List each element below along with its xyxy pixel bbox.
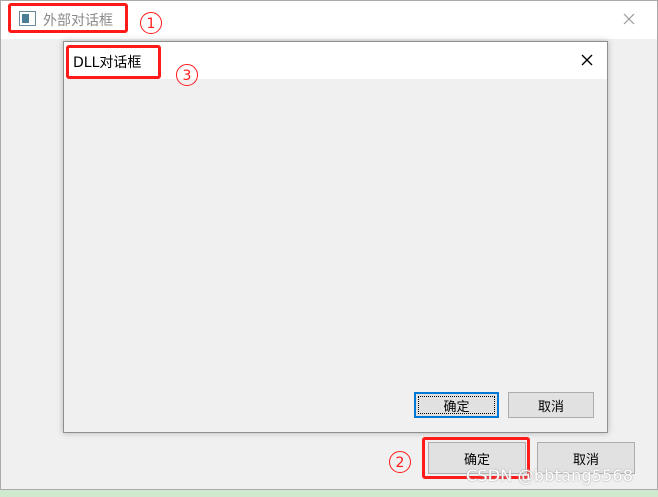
dll-cancel-label: 取消 (537, 399, 564, 415)
window-app-icon (19, 11, 36, 26)
annotation-marker-2: 2 (389, 451, 411, 473)
focus-rectangle (418, 396, 495, 414)
annotation-marker-3: 3 (176, 64, 198, 86)
close-icon (581, 54, 593, 66)
outer-titlebar[interactable]: 外部对话框 (1, 1, 657, 39)
outer-close-button[interactable] (615, 6, 643, 32)
annotation-marker-1: 1 (140, 12, 162, 34)
dll-dialog-title: DLL对话框 (73, 55, 142, 71)
outer-dialog-title: 外部对话框 (43, 13, 113, 29)
dll-close-button[interactable] (573, 48, 601, 74)
dll-dialog-titlebar[interactable]: DLL对话框 (64, 42, 607, 79)
outer-cancel-label: 取消 (572, 452, 599, 468)
dll-cancel-button[interactable]: 取消 (508, 392, 594, 418)
close-icon (623, 13, 635, 25)
outer-ok-label: 确定 (463, 452, 490, 468)
dll-ok-button[interactable]: 确定 (414, 392, 499, 418)
watermark: CSDN @bbtang5568 (466, 466, 634, 485)
dll-dialog: DLL对话框 确定 取消 (63, 41, 608, 433)
